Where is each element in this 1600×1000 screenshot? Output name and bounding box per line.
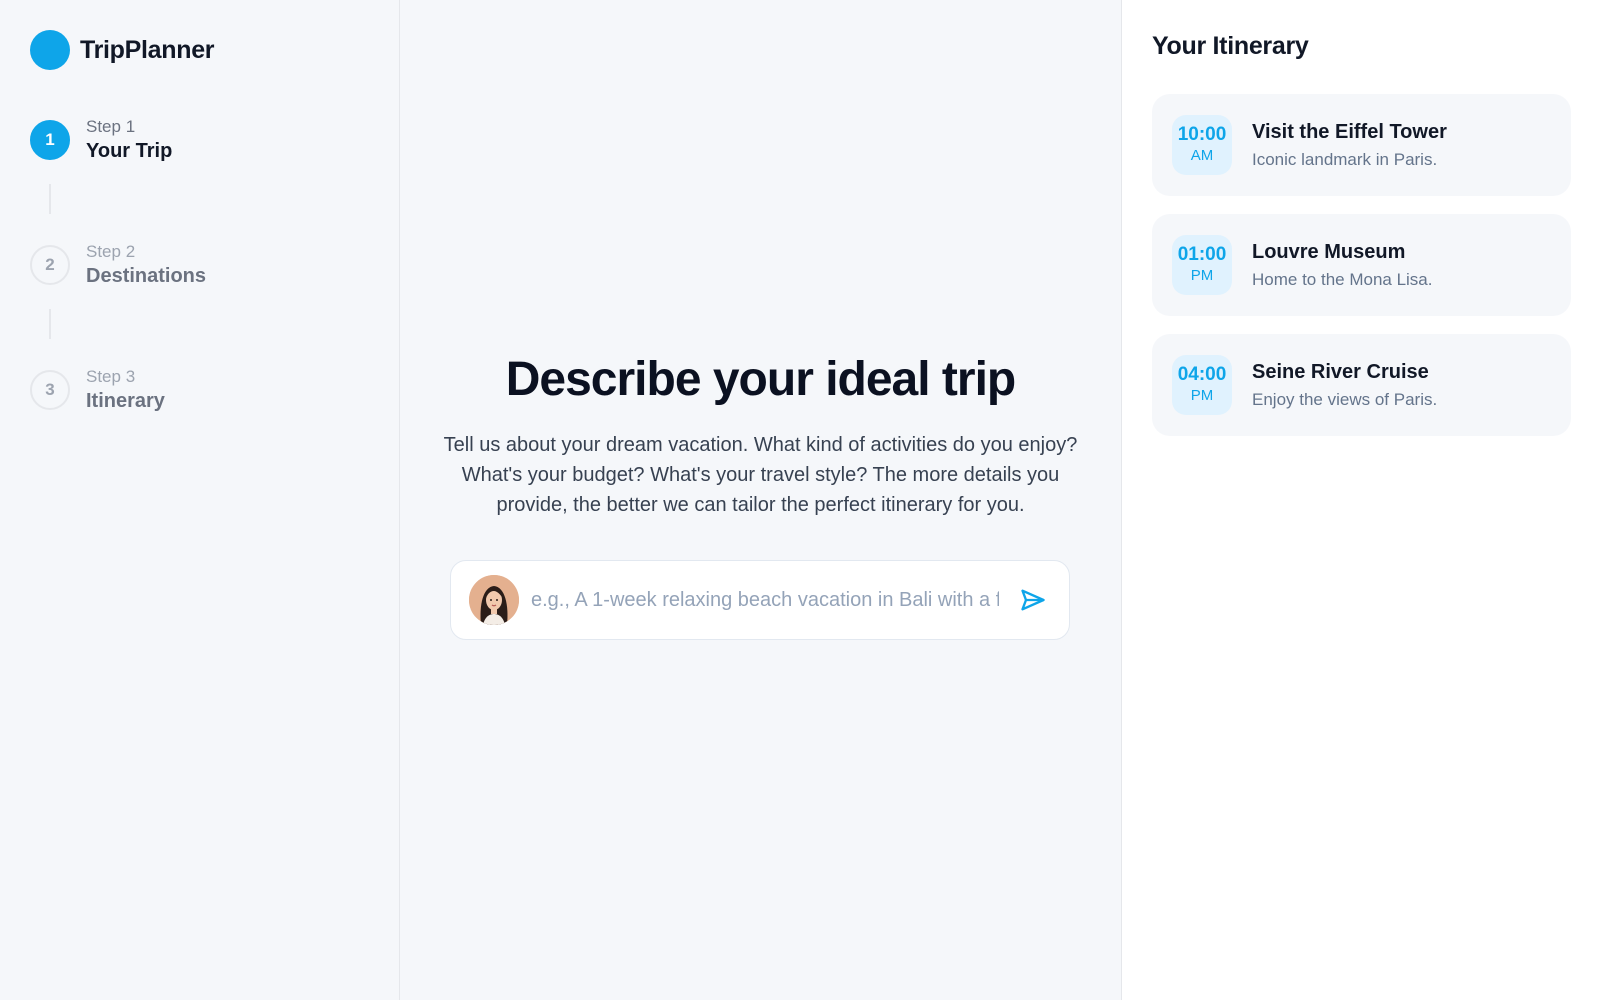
- event-time: 10:00: [1177, 124, 1227, 145]
- event-description: Home to the Mona Lisa.: [1252, 270, 1433, 289]
- event-period: PM: [1190, 387, 1214, 404]
- step-title: Destinations: [86, 265, 207, 287]
- itinerary-event-card[interactable]: 04:00 PM Seine River Cruise Enjoy the vi…: [1152, 334, 1571, 436]
- step-number: 1: [30, 120, 70, 160]
- step-1[interactable]: 1 Step 1 Your Trip: [30, 116, 172, 164]
- sidebar: TripPlanner 1 Step 1 Your Trip 2 Step 2 …: [0, 0, 400, 1000]
- brand[interactable]: TripPlanner: [30, 30, 215, 70]
- event-time: 04:00: [1177, 364, 1227, 385]
- user-avatar: [469, 575, 519, 625]
- step-connector: [49, 309, 51, 339]
- main-panel: Describe your ideal trip Tell us about y…: [400, 0, 1121, 1000]
- page-title: Describe your ideal trip: [505, 353, 1017, 406]
- event-period: AM: [1190, 147, 1214, 164]
- step-title: Itinerary: [86, 390, 165, 412]
- step-label: Step 3: [86, 367, 136, 386]
- event-title: Seine River Cruise: [1252, 361, 1429, 383]
- time-badge: 01:00 PM: [1172, 235, 1232, 295]
- itinerary-event-card[interactable]: 01:00 PM Louvre Museum Home to the Mona …: [1152, 214, 1571, 316]
- event-title: Louvre Museum: [1252, 241, 1406, 263]
- itinerary-event-card[interactable]: 10:00 AM Visit the Eiffel Tower Iconic l…: [1152, 94, 1571, 196]
- event-period: PM: [1190, 267, 1214, 284]
- send-button[interactable]: [1015, 582, 1051, 618]
- trip-prompt-box: [450, 560, 1070, 640]
- time-badge: 10:00 AM: [1172, 115, 1232, 175]
- event-description: Iconic landmark in Paris.: [1252, 150, 1438, 169]
- itinerary-title: Your Itinerary: [1152, 32, 1309, 60]
- app-name: TripPlanner: [80, 35, 215, 64]
- trip-description-input[interactable]: [531, 580, 999, 620]
- step-label: Step 1: [86, 117, 136, 136]
- event-title: Visit the Eiffel Tower: [1252, 121, 1447, 143]
- step-connector: [49, 184, 51, 214]
- time-badge: 04:00 PM: [1172, 355, 1232, 415]
- brand-logo-icon: [30, 30, 70, 70]
- page-description: Tell us about your dream vacation. What …: [443, 434, 1078, 516]
- step-title: Your Trip: [86, 140, 173, 162]
- event-time: 01:00: [1177, 244, 1227, 265]
- event-description: Enjoy the views of Paris.: [1252, 390, 1438, 409]
- step-number: 3: [30, 370, 70, 410]
- send-icon: [1021, 589, 1045, 611]
- step-label: Step 2: [86, 242, 136, 261]
- itinerary-panel: Your Itinerary 10:00 AM Visit the Eiffel…: [1121, 0, 1600, 1000]
- step-number: 2: [30, 245, 70, 285]
- step-3[interactable]: 3 Step 3 Itinerary: [30, 366, 165, 414]
- step-2[interactable]: 2 Step 2 Destinations: [30, 241, 206, 289]
